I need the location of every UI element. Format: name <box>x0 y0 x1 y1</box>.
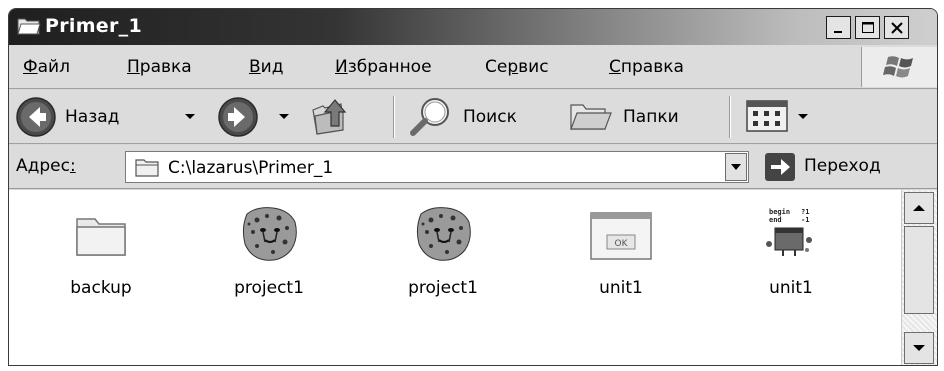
file-name: unit1 <box>599 278 643 298</box>
file-name: project1 <box>234 278 304 298</box>
minimize-button[interactable] <box>826 16 851 39</box>
menu-bar: Файл Правка Вид Избранное Сервис Справка <box>9 45 937 89</box>
file-name: project1 <box>408 278 478 298</box>
search-icon <box>410 98 449 136</box>
explorer-window: Primer_1 Файл Правка Вид Избранное Серви… <box>8 8 938 366</box>
folder-icon <box>135 159 159 177</box>
address-label: Адрес: <box>16 156 76 176</box>
toolbar-separator <box>393 96 395 138</box>
chevron-down-icon <box>913 345 925 351</box>
up-folder-button[interactable] <box>309 96 355 138</box>
minimize-icon <box>833 30 842 33</box>
scrollbar-thumb[interactable] <box>904 226 934 314</box>
scroll-up-button[interactable] <box>904 192 934 224</box>
svg-text:end: end <box>769 216 782 224</box>
back-arrow-icon <box>16 97 56 137</box>
views-dropdown-icon[interactable] <box>798 114 808 119</box>
folder-open-icon <box>17 16 41 36</box>
cheetah-icon <box>373 200 513 270</box>
forward-button[interactable] <box>217 95 263 139</box>
forward-dropdown-icon[interactable] <box>279 114 289 119</box>
menu-help[interactable]: Справка <box>609 57 684 77</box>
form-icon: OK <box>551 200 691 270</box>
go-button[interactable] <box>764 152 796 182</box>
file-item[interactable]: backup <box>31 190 171 330</box>
views-icon <box>746 100 788 132</box>
svg-text:OK: OK <box>615 239 629 249</box>
close-button[interactable] <box>884 16 909 39</box>
back-dropdown-icon[interactable] <box>185 114 195 119</box>
chevron-down-icon <box>731 164 741 170</box>
search-button[interactable]: Поиск <box>407 95 547 139</box>
folders-icon <box>570 104 612 130</box>
address-bar: Адрес: C:\lazarus\Primer_1 Переход <box>9 145 937 189</box>
menu-tools[interactable]: Сервис <box>485 57 549 77</box>
maximize-button[interactable] <box>855 16 880 39</box>
file-item[interactable]: project1 <box>199 190 339 330</box>
file-item[interactable]: project1 <box>373 190 513 330</box>
windows-flag-icon <box>883 56 913 78</box>
close-icon <box>890 21 903 34</box>
go-label[interactable]: Переход <box>804 156 881 176</box>
windows-logo <box>861 47 937 87</box>
file-name: backup <box>70 278 132 298</box>
vertical-scrollbar[interactable] <box>901 190 937 365</box>
file-item[interactable]: OK unit1 <box>551 190 691 330</box>
folder-icon <box>31 200 171 270</box>
folders-button[interactable]: Папки <box>567 95 717 139</box>
scroll-down-button[interactable] <box>904 332 934 364</box>
menu-favorites[interactable]: Избранное <box>335 57 432 77</box>
toolbar-separator <box>729 96 731 138</box>
svg-text:begin: begin <box>769 208 790 216</box>
views-button[interactable] <box>745 97 805 137</box>
source-unit-icon: begin end ?1 -1 <box>721 200 861 270</box>
up-folder-icon <box>312 99 347 135</box>
chevron-up-icon <box>913 205 925 211</box>
toolbar: Назад Поиск Папки <box>9 90 937 144</box>
file-name: unit1 <box>769 278 813 298</box>
go-arrow-icon <box>765 153 795 181</box>
title-bar[interactable]: Primer_1 <box>9 9 937 45</box>
svg-text:?1: ?1 <box>801 208 809 216</box>
back-button[interactable]: Назад <box>15 95 175 139</box>
address-value: C:\lazarus\Primer_1 <box>168 158 334 178</box>
maximize-icon <box>861 21 874 33</box>
menu-edit[interactable]: Правка <box>127 57 192 77</box>
file-item[interactable]: begin end ?1 -1 unit1 <box>721 190 861 330</box>
cheetah-icon <box>199 200 339 270</box>
address-dropdown-button[interactable] <box>725 153 747 181</box>
menu-file[interactable]: Файл <box>23 57 70 77</box>
menu-view[interactable]: Вид <box>249 57 283 77</box>
forward-arrow-icon <box>218 97 258 137</box>
address-input[interactable]: C:\lazarus\Primer_1 <box>125 151 749 183</box>
file-list: backup project1 project1 OK unit1 begin … <box>9 190 937 365</box>
window-title: Primer_1 <box>45 15 142 37</box>
svg-text:-1: -1 <box>801 216 809 224</box>
